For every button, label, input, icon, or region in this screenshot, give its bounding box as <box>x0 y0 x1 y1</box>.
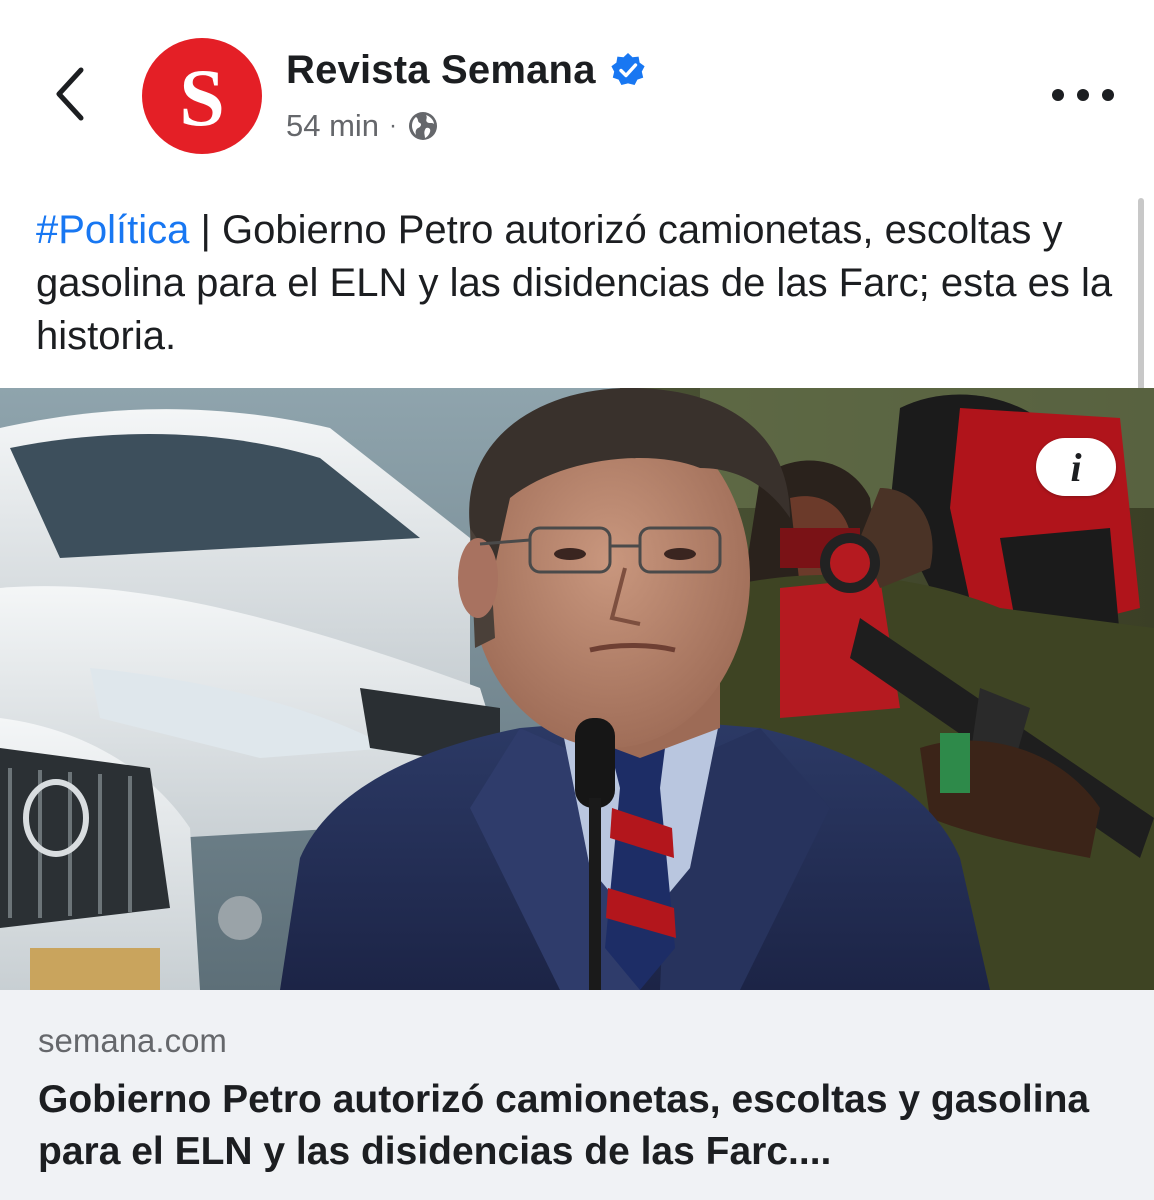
link-title[interactable]: Gobierno Petro autorizó camionetas, esco… <box>38 1074 1128 1178</box>
post-meta: 54 min · <box>286 106 439 146</box>
post-text: #Política | Gobierno Petro autorizó cami… <box>36 204 1126 363</box>
info-button[interactable]: i <box>1036 438 1116 496</box>
globe-icon[interactable] <box>407 110 439 142</box>
post-timestamp[interactable]: 54 min <box>286 108 379 144</box>
page-name[interactable]: Revista Semana <box>286 48 596 93</box>
more-dot-icon <box>1102 89 1114 101</box>
more-dot-icon <box>1077 89 1089 101</box>
verified-badge-icon <box>611 53 645 85</box>
more-dot-icon <box>1052 89 1064 101</box>
scrollbar[interactable] <box>1138 198 1144 394</box>
post-body-text: | Gobierno Petro autorizó camionetas, es… <box>36 208 1113 358</box>
facebook-post-screen: S Revista Semana 54 min · #Política | Go… <box>0 0 1154 1200</box>
link-preview-image[interactable] <box>0 388 1154 990</box>
more-options-button[interactable] <box>1052 80 1114 110</box>
meta-separator: · <box>389 112 398 139</box>
preview-photo <box>0 388 1154 990</box>
chevron-left-icon <box>56 67 84 121</box>
avatar-letter: S <box>179 52 225 143</box>
back-button[interactable] <box>40 58 100 130</box>
page-name-row: Revista Semana <box>286 44 646 96</box>
hashtag-link[interactable]: #Política <box>36 208 189 252</box>
page-avatar[interactable]: S <box>142 38 262 154</box>
link-domain: semana.com <box>38 1022 227 1059</box>
